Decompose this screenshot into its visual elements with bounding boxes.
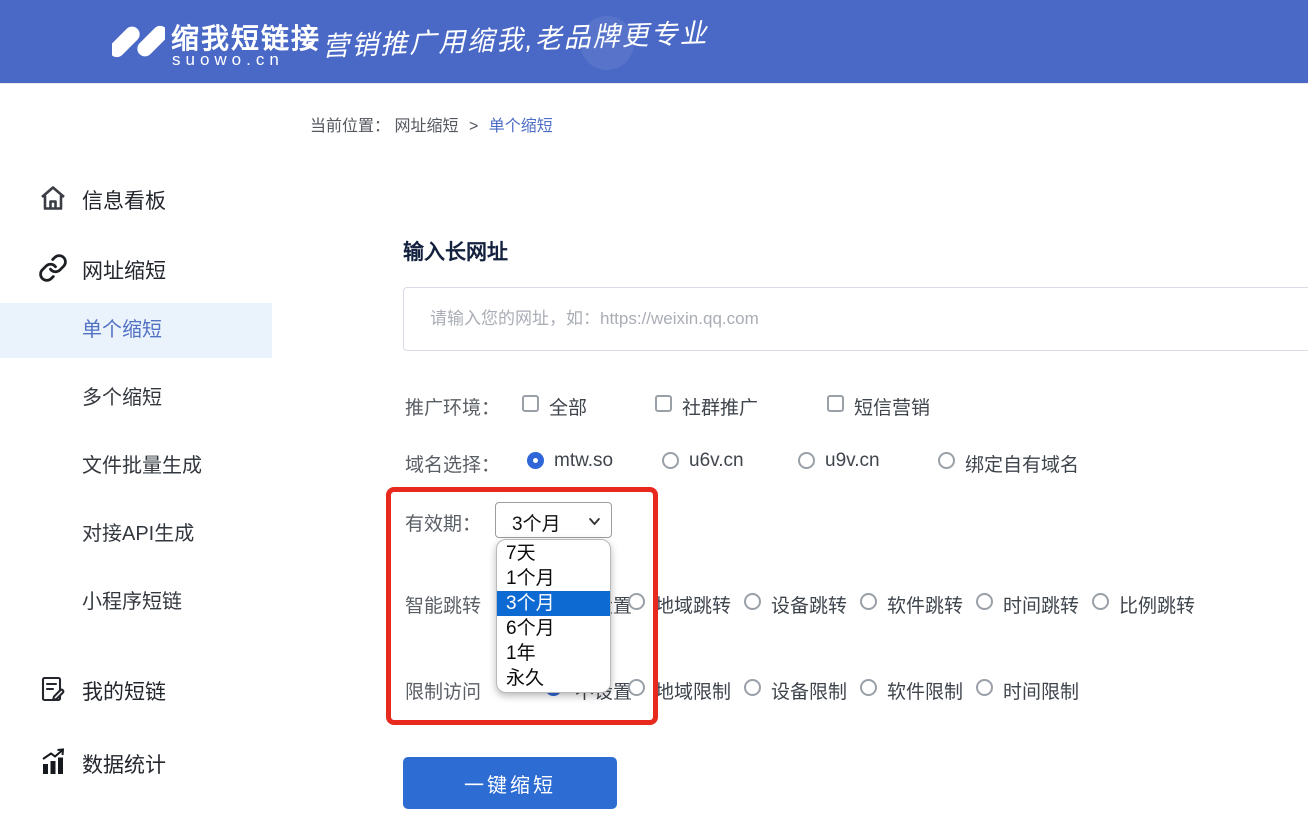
radio-mtw.so[interactable] bbox=[527, 452, 544, 469]
validity-selected-value: 3个月 bbox=[512, 514, 561, 535]
breadcrumb: 当前位置： 网址缩短 > 单个缩短 bbox=[310, 112, 553, 136]
radio-地域跳转[interactable] bbox=[628, 593, 645, 610]
brand-tagline: 营销推广用缩我,老品牌更专业 bbox=[321, 18, 710, 62]
validity-row: 有效期： bbox=[0, 508, 1308, 535]
radio-绑定自有域名[interactable] bbox=[938, 452, 955, 469]
radio-时间限制[interactable] bbox=[976, 679, 993, 696]
checkbox-全部[interactable] bbox=[522, 395, 539, 412]
radio-设备限制[interactable] bbox=[744, 679, 761, 696]
brand-domain: suowo.cn bbox=[172, 50, 284, 69]
validity-dropdown: 7天 1个月 3个月 6个月 1年 永久 bbox=[496, 539, 611, 693]
option-label[interactable]: 短信营销 bbox=[854, 393, 930, 420]
header-decor-circle bbox=[580, 16, 634, 70]
radio-地域限制[interactable] bbox=[628, 679, 645, 696]
radio-时间跳转[interactable] bbox=[976, 593, 993, 610]
smart-jump-row: 智能跳转 不设置 地域跳转设备跳转软件跳转时间跳转比例跳转 bbox=[0, 590, 1308, 618]
option-label[interactable]: 社群推广 bbox=[682, 393, 758, 420]
shorten-button[interactable]: 一键缩短 bbox=[403, 757, 617, 809]
restrict-access-row: 限制访问 不设置 地域限制设备限制软件限制时间限制 bbox=[0, 676, 1308, 704]
option-label[interactable]: 时间跳转 bbox=[1003, 591, 1079, 618]
sidebar-item-statistics[interactable]: 数据统计 bbox=[0, 747, 272, 779]
validity-select[interactable]: 3个月 bbox=[495, 502, 612, 538]
validity-option[interactable]: 7天 bbox=[497, 541, 610, 566]
option-label[interactable]: 设备限制 bbox=[771, 677, 847, 704]
page-title: 输入长网址 bbox=[403, 241, 508, 264]
domain-select-row: 域名选择： mtw.so u6v.cn u9v.cn 绑定自有域名 bbox=[0, 449, 1308, 477]
sidebar-item-url-shorten[interactable]: 网址缩短 bbox=[0, 253, 272, 285]
home-icon bbox=[41, 186, 65, 210]
sidebar-item-dashboard[interactable]: 信息看板 bbox=[0, 183, 272, 215]
checkbox-社群推广[interactable] bbox=[655, 395, 672, 412]
option-label[interactable]: 地域跳转 bbox=[655, 591, 731, 618]
promo-env-label: 推广环境： bbox=[405, 398, 501, 419]
app-header: 缩我短链接 suowo.cn · 营销推广用缩我,老品牌更专业 bbox=[0, 0, 1308, 84]
validity-option[interactable]: 1个月 bbox=[497, 566, 610, 591]
radio-软件跳转[interactable] bbox=[860, 593, 877, 610]
domain-select-label: 域名选择： bbox=[405, 455, 501, 476]
sidebar-item-label: 数据统计 bbox=[82, 754, 166, 777]
chevron-down-icon bbox=[589, 518, 600, 525]
option-label[interactable]: 全部 bbox=[549, 393, 587, 420]
breadcrumb-prefix: 当前位置： bbox=[310, 118, 391, 135]
bar-chart-icon bbox=[42, 748, 65, 774]
radio-设备跳转[interactable] bbox=[744, 593, 761, 610]
option-label[interactable]: u9v.cn bbox=[825, 450, 880, 472]
sidebar-item-label: 网址缩短 bbox=[82, 260, 166, 283]
validity-option[interactable]: 6个月 bbox=[497, 616, 610, 641]
restrict-access-label: 限制访问 bbox=[405, 682, 482, 703]
promo-env-row: 推广环境： 全部 社群推广 短信营销 bbox=[0, 392, 1308, 420]
validity-option[interactable]: 1年 bbox=[497, 641, 610, 666]
breadcrumb-parent-link[interactable]: 网址缩短 bbox=[394, 118, 458, 135]
option-label[interactable]: 时间限制 bbox=[1003, 677, 1079, 704]
option-label[interactable]: 设备跳转 bbox=[771, 591, 847, 618]
smart-jump-label: 智能跳转 bbox=[405, 596, 482, 617]
sidebar-subitem[interactable]: 单个缩短 bbox=[0, 303, 272, 358]
sidebar-item-label: 信息看板 bbox=[82, 190, 166, 213]
tagline-dot: · bbox=[306, 28, 316, 61]
radio-软件限制[interactable] bbox=[860, 679, 877, 696]
long-url-input[interactable] bbox=[403, 287, 1308, 351]
radio-u6v.cn[interactable] bbox=[662, 452, 679, 469]
validity-label: 有效期： bbox=[405, 514, 482, 535]
breadcrumb-current-link[interactable]: 单个缩短 bbox=[489, 118, 553, 135]
radio-比例跳转[interactable] bbox=[1092, 593, 1109, 610]
option-label[interactable]: 软件跳转 bbox=[887, 591, 963, 618]
checkbox-短信营销[interactable] bbox=[827, 395, 844, 412]
option-label[interactable]: mtw.so bbox=[554, 450, 613, 472]
validity-option[interactable]: 永久 bbox=[497, 666, 610, 691]
brand-logo-icon bbox=[112, 25, 165, 58]
radio-u9v.cn[interactable] bbox=[798, 452, 815, 469]
page: 缩我短链接 suowo.cn · 营销推广用缩我,老品牌更专业 当前位置： 网址… bbox=[0, 0, 1308, 813]
breadcrumb-separator: > bbox=[468, 118, 479, 135]
option-label[interactable]: u6v.cn bbox=[689, 450, 744, 472]
option-label[interactable]: 比例跳转 bbox=[1119, 591, 1195, 618]
option-label[interactable]: 地域限制 bbox=[655, 677, 731, 704]
option-label[interactable]: 绑定自有域名 bbox=[965, 450, 1079, 477]
link-icon bbox=[39, 254, 67, 282]
option-label[interactable]: 软件限制 bbox=[887, 677, 963, 704]
validity-option[interactable]: 3个月 bbox=[497, 591, 610, 616]
